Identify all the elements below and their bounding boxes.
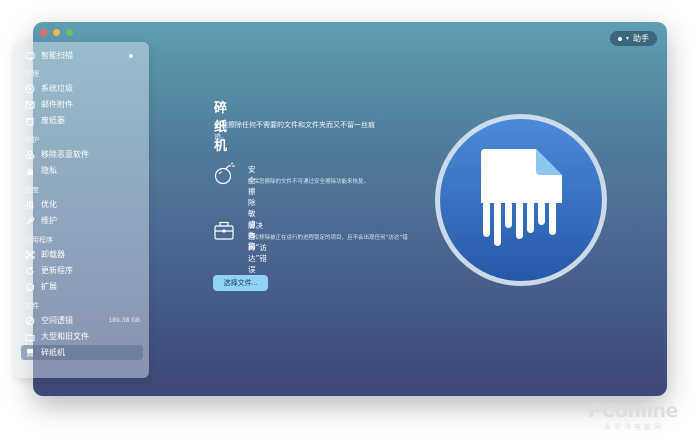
sidebar-item-mail-attachments[interactable]: 邮件附件: [21, 97, 143, 112]
sidebar-item-privacy[interactable]: 隐私: [21, 163, 143, 178]
sidebar-item-system-junk[interactable]: 系统垃圾: [21, 81, 143, 96]
sidebar-item-label: 大型和旧文件: [41, 332, 89, 341]
disc-icon: [25, 84, 35, 94]
sidebar-item-trash-bins[interactable]: 废纸篓: [21, 113, 143, 128]
sidebar-item-label: 系统垃圾: [41, 84, 73, 93]
page-description: 迅速擦除任何不需要的文件和文件夹而又不留一丝痕迹。: [214, 121, 375, 141]
watermark-brand: PConline: [588, 400, 678, 422]
extension-icon: [25, 282, 35, 292]
uninstaller-icon: [25, 250, 35, 260]
sidebar-item-label: 邮件附件: [41, 100, 73, 109]
sidebar-item-label: 碎纸机: [41, 348, 65, 357]
close-window-button[interactable]: [40, 29, 47, 36]
sidebar-item-uninstaller[interactable]: 卸载器: [21, 247, 143, 262]
trash-icon: [25, 116, 35, 126]
folder-icon: [25, 332, 35, 342]
sidebar-item-smart-scan[interactable]: 智能扫描: [21, 48, 143, 63]
disk-usage-value: 189.38 GB: [108, 317, 140, 324]
sliders-icon: [25, 200, 35, 210]
sidebar-item-maintenance[interactable]: 维护: [21, 213, 143, 228]
envelope-icon: [25, 100, 35, 110]
section-applications: 应用程序: [25, 236, 53, 244]
sidebar-item-malware-removal[interactable]: 移除恶意软件: [21, 147, 143, 162]
assistant-button[interactable]: ▾ 助手: [609, 31, 657, 46]
sidebar-item-label: 隐私: [41, 166, 57, 175]
sidebar-item-label: 卸载器: [41, 250, 65, 259]
sidebar-item-label: 废纸篓: [41, 116, 65, 125]
feature-finder-errors-desc: 轻松移除被正在运行的进程锁定的项目，且不会出现任何“访达”错误。: [248, 235, 408, 249]
section-protection: 保护: [25, 136, 39, 144]
zoom-window-button[interactable]: [66, 29, 73, 36]
update-icon: [25, 266, 35, 276]
sidebar-item-label: 维护: [41, 216, 57, 225]
sidebar: 智能扫描 清理 系统垃圾 邮件附件 废纸篓 保护 移除恶意软件 隐私 速度 优化…: [15, 42, 149, 378]
sidebar-item-label: 移除恶意软件: [41, 150, 89, 159]
lens-icon: [25, 316, 35, 326]
bomb-icon: [212, 162, 236, 186]
sidebar-item-space-lens[interactable]: 空间透镜 189.38 GB: [21, 313, 143, 328]
select-files-button[interactable]: 选择文件...: [213, 275, 268, 291]
assistant-label: 助手: [633, 34, 649, 43]
sidebar-item-label: 扩展: [41, 282, 57, 291]
hand-icon: [25, 166, 35, 176]
sidebar-item-label: 更新程序: [41, 266, 73, 275]
wrench-icon: [25, 216, 35, 226]
sidebar-item-label: 优化: [41, 200, 57, 209]
biohazard-icon: [25, 150, 35, 160]
sidebar-item-label: 智能扫描: [41, 51, 73, 60]
window-controls: [40, 29, 73, 36]
sidebar-item-shredder[interactable]: 碎纸机: [21, 345, 143, 360]
section-cleanup: 清理: [25, 70, 39, 78]
toolbox-icon: [212, 219, 236, 243]
sidebar-item-large-old-files[interactable]: 大型和旧文件: [21, 329, 143, 344]
assistant-dot-icon: [617, 36, 622, 41]
feature-secure-erase-desc: 确保您擦除的文件不可通过安全擦除功能来恢复。: [248, 179, 370, 185]
sidebar-item-extensions[interactable]: 扩展: [21, 279, 143, 294]
section-files: 文件: [25, 302, 39, 310]
watermark-subtitle: 太平洋电脑网: [604, 423, 664, 431]
sidebar-item-label: 空间透镜: [41, 316, 73, 325]
shredder-app-icon: [434, 113, 608, 287]
sidebar-item-updater[interactable]: 更新程序: [21, 263, 143, 278]
section-speed: 速度: [25, 186, 39, 194]
status-dot: [129, 53, 133, 58]
minimize-window-button[interactable]: [53, 29, 60, 36]
scan-icon: [25, 51, 35, 61]
shredder-icon: [25, 348, 35, 358]
sidebar-item-optimization[interactable]: 优化: [21, 197, 143, 212]
chevron-down-icon: ▾: [625, 35, 629, 42]
